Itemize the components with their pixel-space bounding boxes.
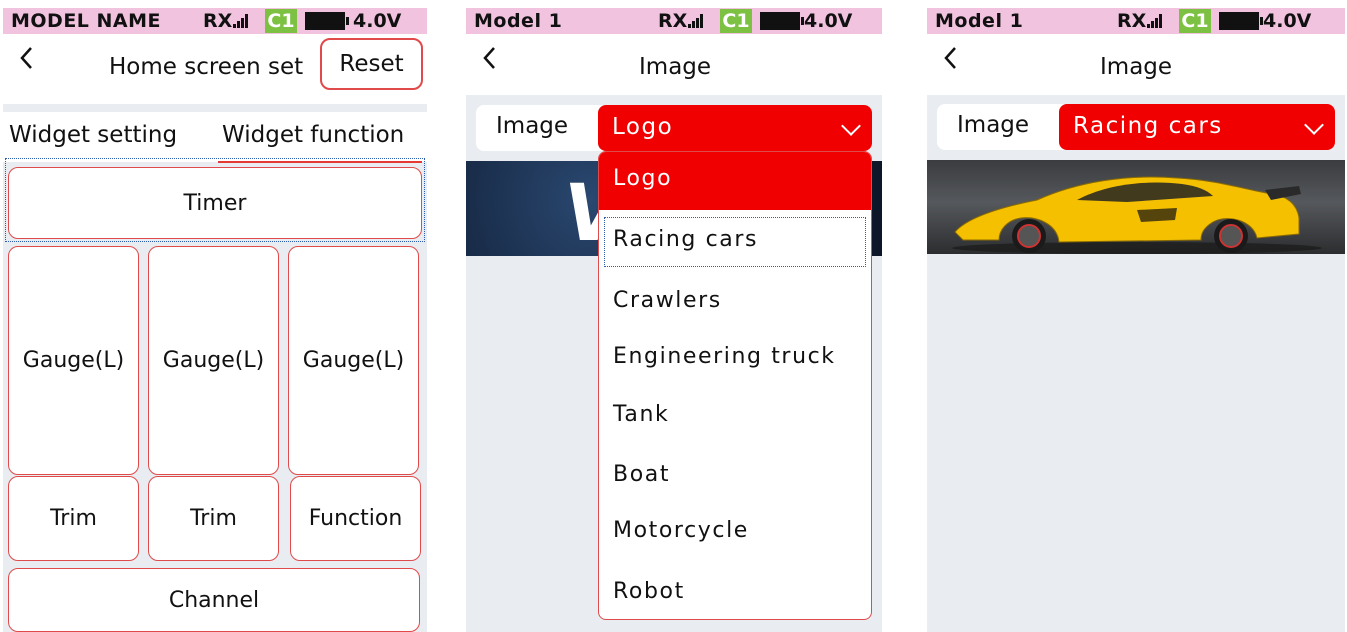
reset-button[interactable]: Reset bbox=[320, 38, 423, 90]
dropdown-option-label: Robot bbox=[613, 579, 685, 604]
c1-badge: C1 bbox=[265, 9, 297, 33]
gauge-widget-2[interactable]: Gauge(L) bbox=[148, 246, 279, 475]
model-name: MODEL NAME bbox=[11, 10, 162, 32]
dropdown-option-label: Logo bbox=[613, 166, 673, 191]
dropdown-option-label: Motorcycle bbox=[613, 518, 749, 543]
signal-bars-icon bbox=[688, 14, 704, 28]
c1-badge: C1 bbox=[1179, 9, 1211, 33]
timer-widget[interactable]: Timer bbox=[8, 167, 422, 239]
back-button[interactable] bbox=[482, 46, 496, 76]
dropdown-option-racing-cars[interactable]: Racing cars bbox=[599, 213, 871, 271]
page-title: Image bbox=[639, 54, 712, 80]
rx-label: RX bbox=[1117, 10, 1147, 32]
rx-indicator: RX bbox=[1117, 10, 1163, 32]
dropdown-option-engineering-truck[interactable]: Engineering truck bbox=[599, 330, 871, 388]
battery-icon bbox=[1219, 12, 1263, 30]
battery-icon bbox=[305, 12, 349, 30]
gauge-widget-1[interactable]: Gauge(L) bbox=[8, 246, 139, 475]
image-dropdown-list: Logo Racing cars Crawlers Engineering tr… bbox=[598, 151, 872, 620]
battery-icon bbox=[760, 12, 804, 30]
tab-bar: Widget setting Widget function bbox=[3, 112, 427, 162]
image-select-screen-racing-cars: Model 1 RX C1 4.0V Image Image Racing ca… bbox=[927, 8, 1345, 632]
status-bar: MODEL NAME RX C1 4.0V bbox=[3, 8, 427, 34]
channel-widget[interactable]: Channel bbox=[8, 568, 420, 632]
model-name: Model 1 bbox=[935, 10, 1024, 32]
status-bar: Model 1 RX C1 4.0V bbox=[927, 8, 1345, 34]
image-select[interactable]: Racing cars bbox=[1059, 104, 1335, 150]
dropdown-option-label: Tank bbox=[613, 402, 670, 427]
trim-widget-2[interactable]: Trim bbox=[148, 476, 279, 561]
dropdown-option-crawlers[interactable]: Crawlers bbox=[599, 274, 871, 332]
image-select[interactable]: Logo bbox=[598, 105, 872, 151]
back-button[interactable] bbox=[19, 46, 33, 76]
rx-indicator: RX bbox=[203, 10, 249, 32]
c1-badge: C1 bbox=[720, 9, 752, 33]
trim-widget-1[interactable]: Trim bbox=[8, 476, 139, 561]
page-title: Image bbox=[1100, 54, 1173, 80]
dropdown-option-label: Engineering truck bbox=[613, 344, 836, 369]
chevron-left-icon bbox=[483, 47, 495, 69]
page-title: Home screen set bbox=[109, 54, 304, 80]
function-widget[interactable]: Function bbox=[290, 476, 421, 561]
dropdown-option-tank[interactable]: Tank bbox=[599, 388, 871, 446]
dropdown-option-motorcycle[interactable]: Motorcycle bbox=[599, 504, 871, 562]
nav-bar: Image bbox=[927, 34, 1345, 95]
gauge-widget-3[interactable]: Gauge(L) bbox=[288, 246, 419, 475]
signal-bars-icon bbox=[1147, 14, 1163, 28]
image-select-value: Racing cars bbox=[1073, 113, 1223, 139]
image-field-label: Image bbox=[496, 113, 569, 139]
tab-widget-function[interactable]: Widget function bbox=[222, 122, 404, 148]
dropdown-option-logo[interactable]: Logo bbox=[599, 152, 871, 210]
image-field-label: Image bbox=[957, 112, 1030, 138]
racing-car-preview-image bbox=[927, 160, 1345, 254]
image-select-value: Logo bbox=[612, 114, 674, 140]
racing-car-icon bbox=[952, 176, 1322, 254]
rx-label: RX bbox=[203, 10, 233, 32]
signal-bars-icon bbox=[233, 14, 249, 28]
back-button[interactable] bbox=[943, 46, 957, 76]
dropdown-option-label: Boat bbox=[613, 462, 671, 487]
dropdown-option-boat[interactable]: Boat bbox=[599, 448, 871, 506]
model-name: Model 1 bbox=[474, 10, 563, 32]
voltage-readout: 4.0V bbox=[1263, 10, 1312, 32]
voltage-readout: 4.0V bbox=[804, 10, 853, 32]
dropdown-option-label: Racing cars bbox=[613, 227, 759, 252]
chevron-left-icon bbox=[944, 47, 956, 69]
nav-bar: Image bbox=[466, 34, 882, 95]
status-bar: Model 1 RX C1 4.0V bbox=[466, 8, 882, 34]
chevron-left-icon bbox=[20, 47, 32, 69]
dropdown-option-label: Crawlers bbox=[613, 288, 722, 313]
image-select-screen-open: Model 1 RX C1 4.0V Image Image Logo V Lo… bbox=[466, 8, 882, 632]
rx-label: RX bbox=[658, 10, 688, 32]
nav-bar: Home screen set Reset bbox=[3, 34, 427, 104]
rx-indicator: RX bbox=[658, 10, 704, 32]
chevron-down-icon bbox=[841, 116, 861, 136]
home-screen-set-screen: MODEL NAME RX C1 4.0V Home screen set Re… bbox=[3, 8, 427, 632]
tab-widget-setting[interactable]: Widget setting bbox=[9, 122, 177, 148]
dropdown-option-robot[interactable]: Robot bbox=[599, 565, 871, 619]
chevron-down-icon bbox=[1304, 115, 1324, 135]
voltage-readout: 4.0V bbox=[353, 10, 402, 32]
